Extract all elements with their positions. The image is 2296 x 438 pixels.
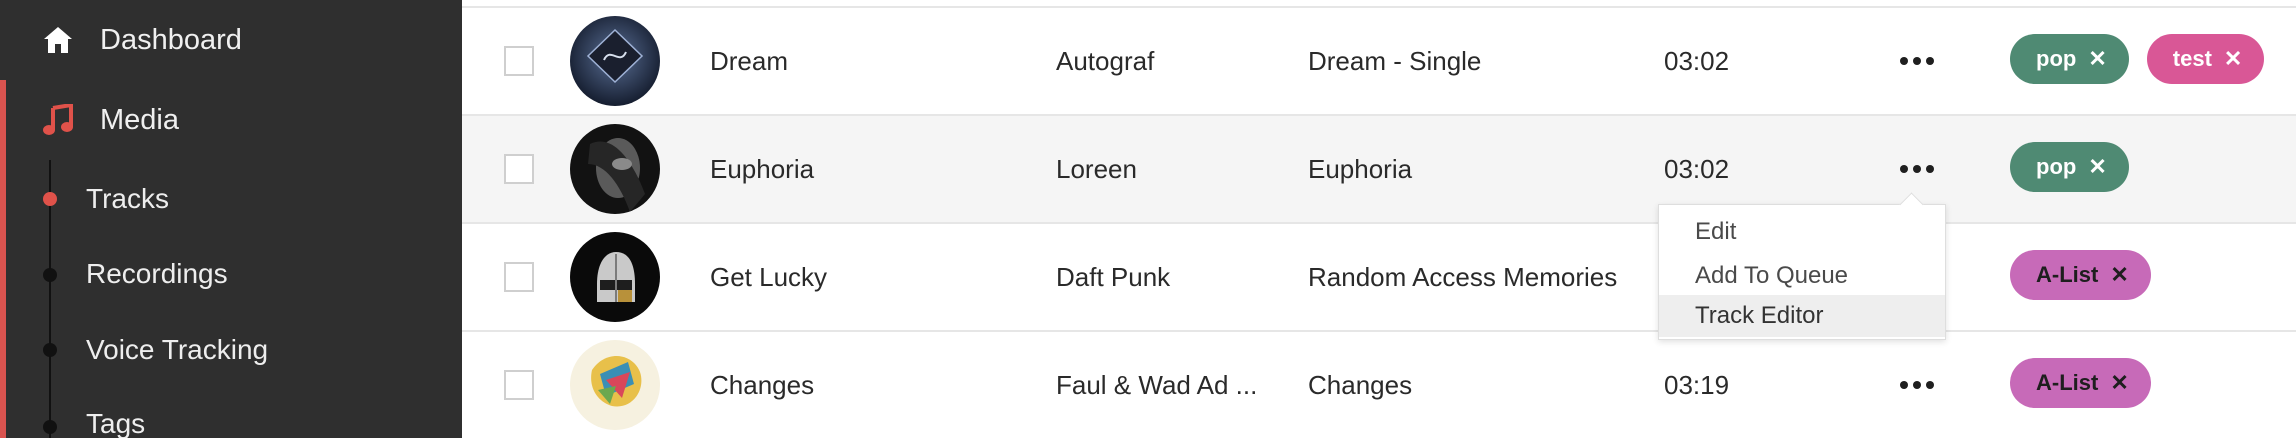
sidebar-subitem-dot-active — [43, 192, 57, 206]
table-row[interactable]: Changes Faul & Wad Ad ... Changes 03:19 … — [462, 330, 2296, 438]
tag-list: A-List ✕ — [2010, 358, 2151, 412]
album-art — [570, 16, 660, 106]
track-album: Euphoria — [1308, 153, 1413, 184]
sidebar-item-media[interactable]: Media — [0, 96, 462, 144]
row-checkbox[interactable] — [504, 262, 534, 292]
tag-label: pop — [2036, 46, 2077, 71]
row-checkbox[interactable] — [504, 154, 534, 184]
track-artist: Loreen — [1056, 153, 1137, 184]
track-title: Dream — [710, 45, 789, 76]
track-album: Dream - Single — [1308, 45, 1482, 76]
table-row[interactable]: Dream Autograf Dream - Single 03:02 pop … — [462, 6, 2296, 114]
close-icon[interactable]: ✕ — [2224, 46, 2242, 72]
sidebar-subitem-dot — [43, 343, 57, 357]
track-context-menu: Edit Add To Queue Track Editor — [1658, 192, 1946, 340]
sidebar-item-tracks[interactable]: Tracks — [86, 179, 169, 219]
track-album: Changes — [1308, 369, 1413, 400]
tag-chip[interactable]: A-List ✕ — [2010, 250, 2151, 300]
tag-label: pop — [2036, 154, 2077, 179]
tag-list: pop ✕ test ✕ — [2010, 34, 2265, 88]
album-art — [570, 232, 660, 322]
more-options-icon[interactable] — [1890, 154, 1944, 184]
tracks-table: Dream Autograf Dream - Single 03:02 pop … — [462, 0, 2296, 438]
row-checkbox[interactable] — [504, 46, 534, 76]
track-title: Euphoria — [710, 153, 815, 184]
menu-item-track-editor[interactable]: Track Editor — [1659, 295, 1945, 337]
tag-label: A-List — [2036, 370, 2099, 395]
album-art — [570, 340, 660, 430]
menu-item-edit[interactable]: Edit — [1659, 211, 1945, 253]
sidebar-subitem-dot — [43, 268, 57, 282]
more-options-icon[interactable] — [1890, 46, 1944, 76]
home-icon — [40, 22, 76, 58]
album-art — [570, 124, 660, 214]
tag-list: A-List ✕ — [2010, 250, 2151, 304]
track-artist: Autograf — [1056, 45, 1155, 76]
track-title: Get Lucky — [710, 261, 828, 292]
sidebar-item-voice-tracking[interactable]: Voice Tracking — [86, 330, 268, 370]
music-note-icon — [40, 102, 76, 138]
menu-item-add-to-queue[interactable]: Add To Queue — [1659, 255, 1945, 297]
app-window: Dashboard Media Tracks Recordings Voice … — [0, 0, 2296, 438]
sidebar: Dashboard Media Tracks Recordings Voice … — [0, 0, 462, 438]
track-duration: 03:02 — [1664, 45, 1730, 76]
table-row[interactable]: Euphoria Loreen Euphoria 03:02 pop ✕ — [462, 114, 2296, 222]
tag-chip[interactable]: test ✕ — [2146, 34, 2265, 84]
tag-chip[interactable]: pop ✕ — [2010, 34, 2129, 84]
track-artist: Faul & Wad Ad ... — [1056, 369, 1258, 400]
sidebar-item-dashboard[interactable]: Dashboard — [0, 16, 462, 64]
sidebar-item-tags[interactable]: Tags — [86, 404, 145, 438]
table-row[interactable]: Get Lucky Daft Punk Random Access Memori… — [462, 222, 2296, 330]
track-album: Random Access Memories — [1308, 261, 1618, 292]
sidebar-item-label: Media — [100, 103, 179, 136]
tag-label: A-List — [2036, 262, 2099, 287]
tag-list: pop ✕ — [2010, 142, 2129, 196]
more-options-icon[interactable] — [1890, 370, 1944, 400]
tag-label: test — [2172, 46, 2212, 71]
close-icon[interactable]: ✕ — [2110, 262, 2128, 288]
sidebar-item-recordings[interactable]: Recordings — [86, 254, 228, 294]
sidebar-item-label: Dashboard — [100, 23, 242, 56]
sidebar-subitem-dot — [43, 420, 57, 434]
track-title: Changes — [710, 369, 815, 400]
tag-chip[interactable]: pop ✕ — [2010, 142, 2129, 192]
track-duration: 03:19 — [1664, 369, 1730, 400]
close-icon[interactable]: ✕ — [2088, 46, 2106, 72]
close-icon[interactable]: ✕ — [2088, 154, 2106, 180]
row-checkbox[interactable] — [504, 370, 534, 400]
tag-chip[interactable]: A-List ✕ — [2010, 358, 2151, 408]
close-icon[interactable]: ✕ — [2110, 370, 2128, 396]
track-artist: Daft Punk — [1056, 261, 1171, 292]
